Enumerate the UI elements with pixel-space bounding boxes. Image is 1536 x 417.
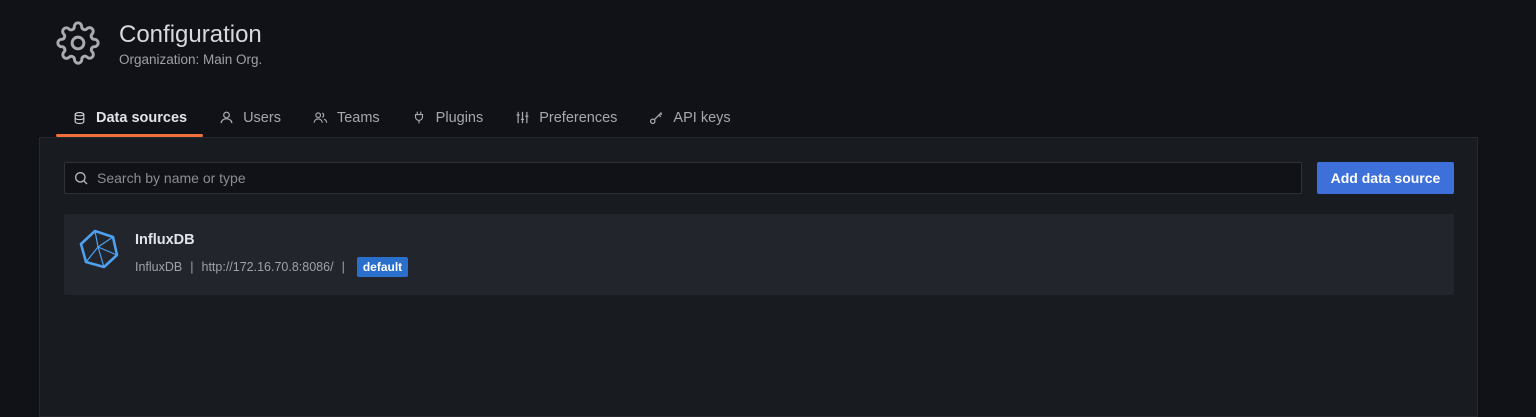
add-data-source-button[interactable]: Add data source — [1317, 162, 1454, 194]
users-icon — [313, 110, 328, 125]
tab-label: Plugins — [435, 109, 484, 126]
datasource-card[interactable]: InfluxDB InfluxDB | http://172.16.70.8:8… — [64, 214, 1454, 295]
plug-icon — [412, 110, 427, 125]
datasource-url: http://172.16.70.8:8086/ — [201, 260, 334, 274]
tab-data-sources[interactable]: Data sources — [56, 100, 204, 137]
tab-label: Data sources — [96, 109, 188, 126]
tab-label: Users — [243, 109, 281, 126]
search-icon — [73, 170, 89, 186]
tab-preferences[interactable]: Preferences — [499, 100, 633, 135]
user-icon — [219, 110, 234, 125]
tab-label: API keys — [673, 109, 731, 126]
page-header: Configuration Organization: Main Org. — [56, 20, 262, 69]
tab-label: Teams — [336, 109, 380, 126]
meta-separator: | — [190, 260, 194, 274]
search-input[interactable] — [95, 163, 1301, 193]
content-panel: Add data source InfluxDB InfluxDB | http… — [39, 137, 1478, 417]
datasource-name: InfluxDB — [135, 232, 195, 248]
page-subtitle: Organization: Main Org. — [119, 52, 263, 67]
tab-plugins[interactable]: Plugins — [396, 100, 500, 135]
influxdb-logo-icon — [79, 229, 119, 269]
tab-teams[interactable]: Teams — [297, 100, 396, 135]
tab-users[interactable]: Users — [203, 100, 297, 135]
search-box — [64, 162, 1302, 194]
default-badge: default — [356, 257, 409, 277]
page-title: Configuration — [119, 21, 262, 48]
gear-icon — [56, 21, 100, 65]
key-icon — [649, 110, 664, 125]
datasource-type: InfluxDB — [135, 260, 183, 274]
tab-label: Preferences — [539, 109, 618, 126]
datasource-meta: InfluxDB | http://172.16.70.8:8086/ | de… — [135, 257, 409, 277]
sliders-icon — [515, 110, 530, 125]
meta-separator: | — [341, 260, 345, 274]
tab-api-keys[interactable]: API keys — [633, 100, 746, 135]
database-icon — [72, 110, 87, 125]
tab-bar: Data sources Users Teams Plugins Prefere… — [56, 100, 747, 137]
header-text: Configuration Organization: Main Org. — [119, 20, 262, 69]
